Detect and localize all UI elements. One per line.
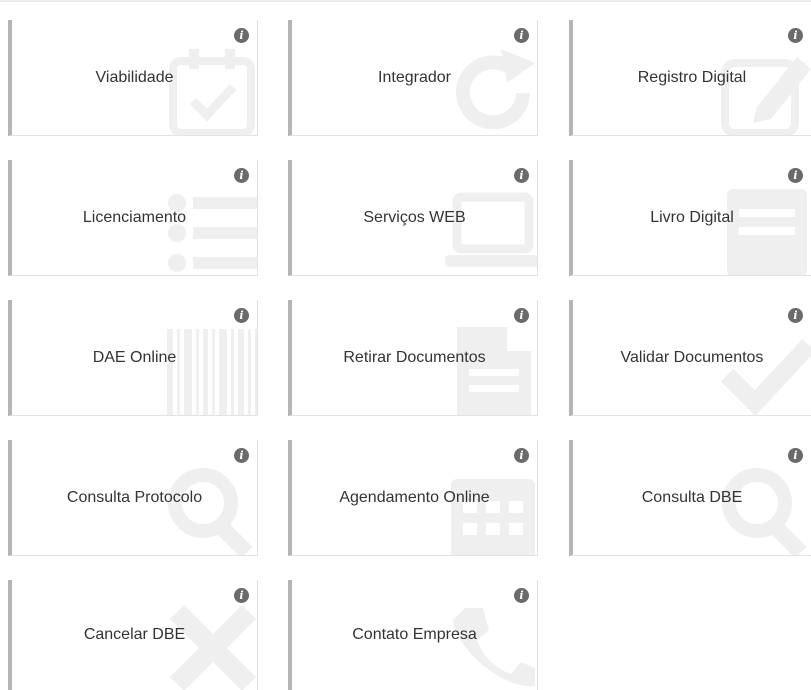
info-icon[interactable]: i [788, 308, 803, 323]
info-icon[interactable]: i [234, 28, 249, 43]
card-dae-online[interactable]: DAE Online i [8, 300, 258, 416]
search-icon [163, 463, 257, 555]
card-servicos-web[interactable]: Serviços WEB i [288, 160, 538, 276]
calendar-icon [443, 463, 537, 555]
card-consulta-dbe[interactable]: Consulta DBE i [569, 440, 811, 556]
info-icon[interactable]: i [788, 448, 803, 463]
card-label: Livro Digital [650, 208, 734, 226]
book-icon [717, 183, 811, 275]
laptop-icon [443, 183, 537, 275]
info-icon[interactable]: i [514, 448, 529, 463]
card-livro-digital[interactable]: Livro Digital i [569, 160, 811, 276]
card-registro-digital[interactable]: Registro Digital i [569, 20, 811, 136]
info-icon[interactable]: i [788, 28, 803, 43]
card-label: Agendamento Online [339, 488, 490, 506]
calendar-check-icon [163, 43, 257, 135]
info-icon[interactable]: i [514, 168, 529, 183]
card-label: Consulta Protocolo [66, 488, 203, 506]
card-label: Contato Empresa [352, 626, 477, 643]
card-label: Consulta DBE [641, 488, 743, 506]
card-label: Integrador [378, 68, 451, 86]
refresh-icon [443, 43, 537, 135]
edit-icon [717, 43, 811, 135]
card-label: Cancelar DBE [83, 626, 186, 643]
phone-icon [443, 598, 537, 690]
card-label: Viabilidade [95, 68, 174, 86]
card-label: Registro Digital [637, 68, 747, 86]
file-icon [443, 323, 537, 415]
card-contato-empresa[interactable]: Contato Empresa i [288, 580, 538, 690]
barcode-icon [163, 323, 257, 415]
info-icon[interactable]: i [234, 308, 249, 323]
services-grid: Viabilidade i Integrador i Registro Digi… [0, 0, 811, 690]
close-icon [163, 598, 257, 690]
check-icon [717, 323, 811, 415]
card-viabilidade[interactable]: Viabilidade i [8, 20, 258, 136]
info-icon[interactable]: i [514, 588, 529, 603]
card-consulta-protocolo[interactable]: Consulta Protocolo i [8, 440, 258, 556]
list-icon [163, 183, 257, 275]
card-label: Serviços WEB [363, 208, 466, 226]
info-icon[interactable]: i [514, 28, 529, 43]
card-retirar-documentos[interactable]: Retirar Documentos i [288, 300, 538, 416]
card-licenciamento[interactable]: Licenciamento i [8, 160, 258, 276]
search-icon [717, 463, 811, 555]
info-icon[interactable]: i [234, 168, 249, 183]
card-label: Retirar Documentos [343, 348, 486, 366]
card-cancelar-dbe[interactable]: Cancelar DBE i [8, 580, 258, 690]
card-label: Validar Documentos [620, 348, 764, 366]
info-icon[interactable]: i [234, 448, 249, 463]
card-agendamento-online[interactable]: Agendamento Online i [288, 440, 538, 556]
card-label: Licenciamento [82, 208, 187, 226]
card-integrador[interactable]: Integrador i [288, 20, 538, 136]
info-icon[interactable]: i [234, 588, 249, 603]
info-icon[interactable]: i [788, 168, 803, 183]
card-label: DAE Online [92, 348, 177, 366]
info-icon[interactable]: i [514, 308, 529, 323]
card-validar-documentos[interactable]: Validar Documentos i [569, 300, 811, 416]
